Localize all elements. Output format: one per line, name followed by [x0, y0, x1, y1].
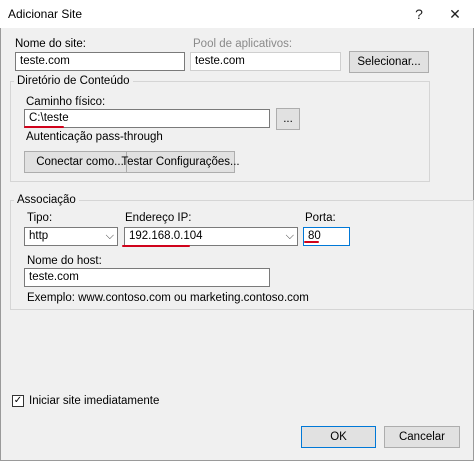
site-name-label: Nome do site: [15, 38, 86, 50]
content-directory-legend: Diretório de Conteúdo [14, 75, 133, 87]
type-select-value: http [29, 230, 49, 242]
ok-button[interactable]: OK [301, 426, 376, 448]
select-app-pool-button[interactable]: Selecionar... [349, 51, 429, 73]
site-name-input[interactable]: teste.com [15, 52, 185, 71]
title-bar: Adicionar Site ? ✕ [0, 0, 474, 28]
help-button[interactable]: ? [402, 0, 436, 28]
red-underline-path [24, 126, 64, 128]
ip-label: Endereço IP: [125, 212, 192, 224]
dialog-title: Adicionar Site [8, 7, 83, 21]
red-underline-ip [122, 245, 190, 247]
type-label: Tipo: [27, 212, 53, 224]
port-input[interactable]: 80 [303, 227, 350, 246]
type-select[interactable]: http ⌵ [24, 227, 118, 246]
port-label: Porta: [305, 212, 336, 224]
red-underline-port [304, 241, 319, 243]
test-settings-button[interactable]: Testar Configurações... [121, 151, 240, 173]
start-site-label: Iniciar site imediatamente [29, 395, 160, 407]
host-name-input[interactable]: teste.com [24, 268, 270, 287]
cancel-button[interactable]: Cancelar [384, 426, 460, 448]
connect-as-button[interactable]: Conectar como... [24, 151, 136, 173]
app-pool-label: Pool de aplicativos: [193, 38, 293, 50]
pass-through-label: Autenticação pass-through [26, 131, 163, 143]
close-icon[interactable]: ✕ [438, 0, 472, 28]
ip-address-value: 192.168.0.104 [129, 230, 203, 242]
browse-button[interactable]: ... [276, 108, 300, 130]
ip-address-select[interactable]: 192.168.0.104 ⌵ [124, 227, 298, 246]
start-site-checkbox[interactable]: ✓ [12, 395, 24, 407]
chevron-down-icon: ⌵ [105, 230, 114, 242]
physical-path-label: Caminho físico: [26, 96, 106, 108]
app-pool-input: teste.com [190, 52, 341, 71]
chevron-down-icon: ⌵ [285, 230, 294, 242]
host-name-label: Nome do host: [27, 255, 102, 267]
binding-legend: Associação [14, 194, 79, 206]
example-text: Exemplo: www.contoso.com ou marketing.co… [27, 292, 309, 304]
